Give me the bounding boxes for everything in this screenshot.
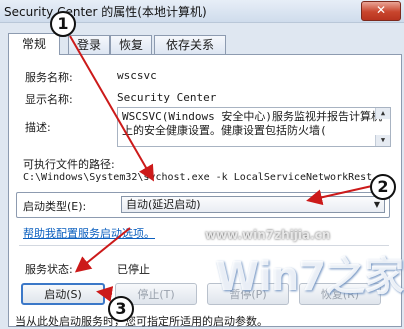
step-badge-3: 3	[108, 296, 134, 322]
arrow-2	[306, 185, 373, 206]
arrow-3b	[96, 286, 114, 302]
step-badge-2: 2	[370, 174, 396, 200]
arrow-1	[69, 35, 155, 182]
arrow-3a	[74, 227, 131, 273]
annotation-arrows	[69, 35, 373, 302]
step-badge-1: 1	[50, 11, 76, 37]
